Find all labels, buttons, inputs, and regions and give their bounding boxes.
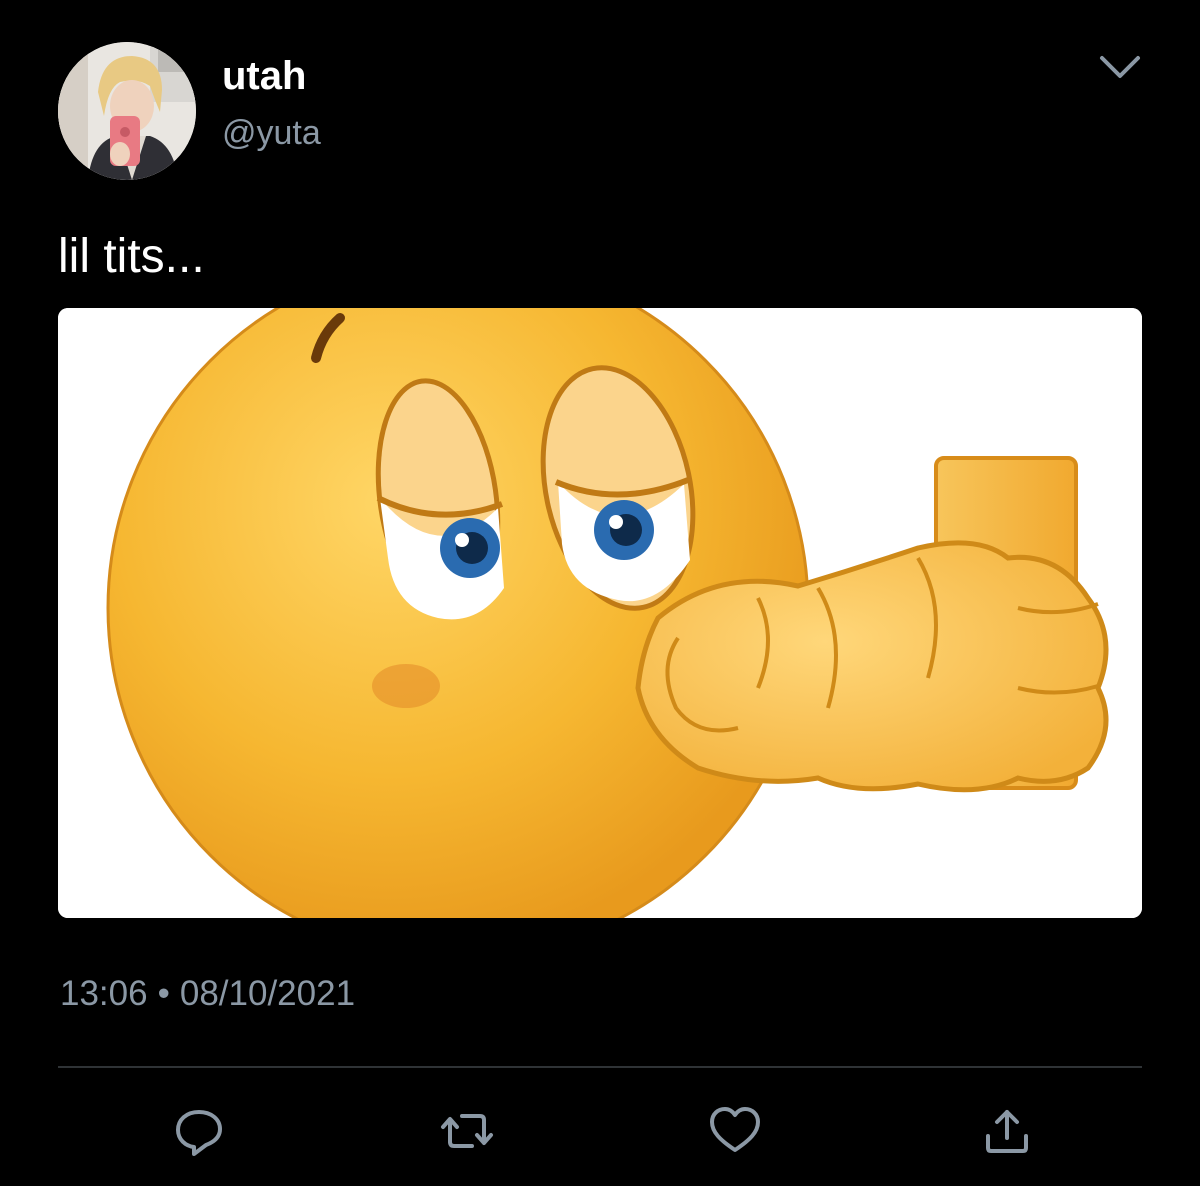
- heart-icon[interactable]: [708, 1104, 762, 1158]
- avatar[interactable]: [58, 42, 196, 180]
- tweet-date: 08/10/2021: [179, 974, 356, 1013]
- share-icon[interactable]: [980, 1104, 1034, 1158]
- tweet-text: lil tits...: [58, 230, 205, 283]
- action-bar-divider: [58, 1066, 1142, 1068]
- display-name[interactable]: utah: [222, 52, 306, 100]
- tweet-media-image[interactable]: [58, 308, 1142, 918]
- tweet-timestamp[interactable]: 13:06 • 08/10/2021: [60, 972, 355, 1016]
- retweet-icon[interactable]: [440, 1104, 494, 1158]
- drinking-emoji-image: [58, 308, 1142, 918]
- timestamp-separator: •: [157, 974, 170, 1013]
- reply-icon[interactable]: [172, 1104, 226, 1158]
- tweet-time: 13:06: [60, 974, 148, 1013]
- user-handle[interactable]: @yuta: [222, 112, 321, 154]
- avatar-photo: [58, 42, 196, 180]
- chevron-down-icon[interactable]: [1096, 50, 1144, 84]
